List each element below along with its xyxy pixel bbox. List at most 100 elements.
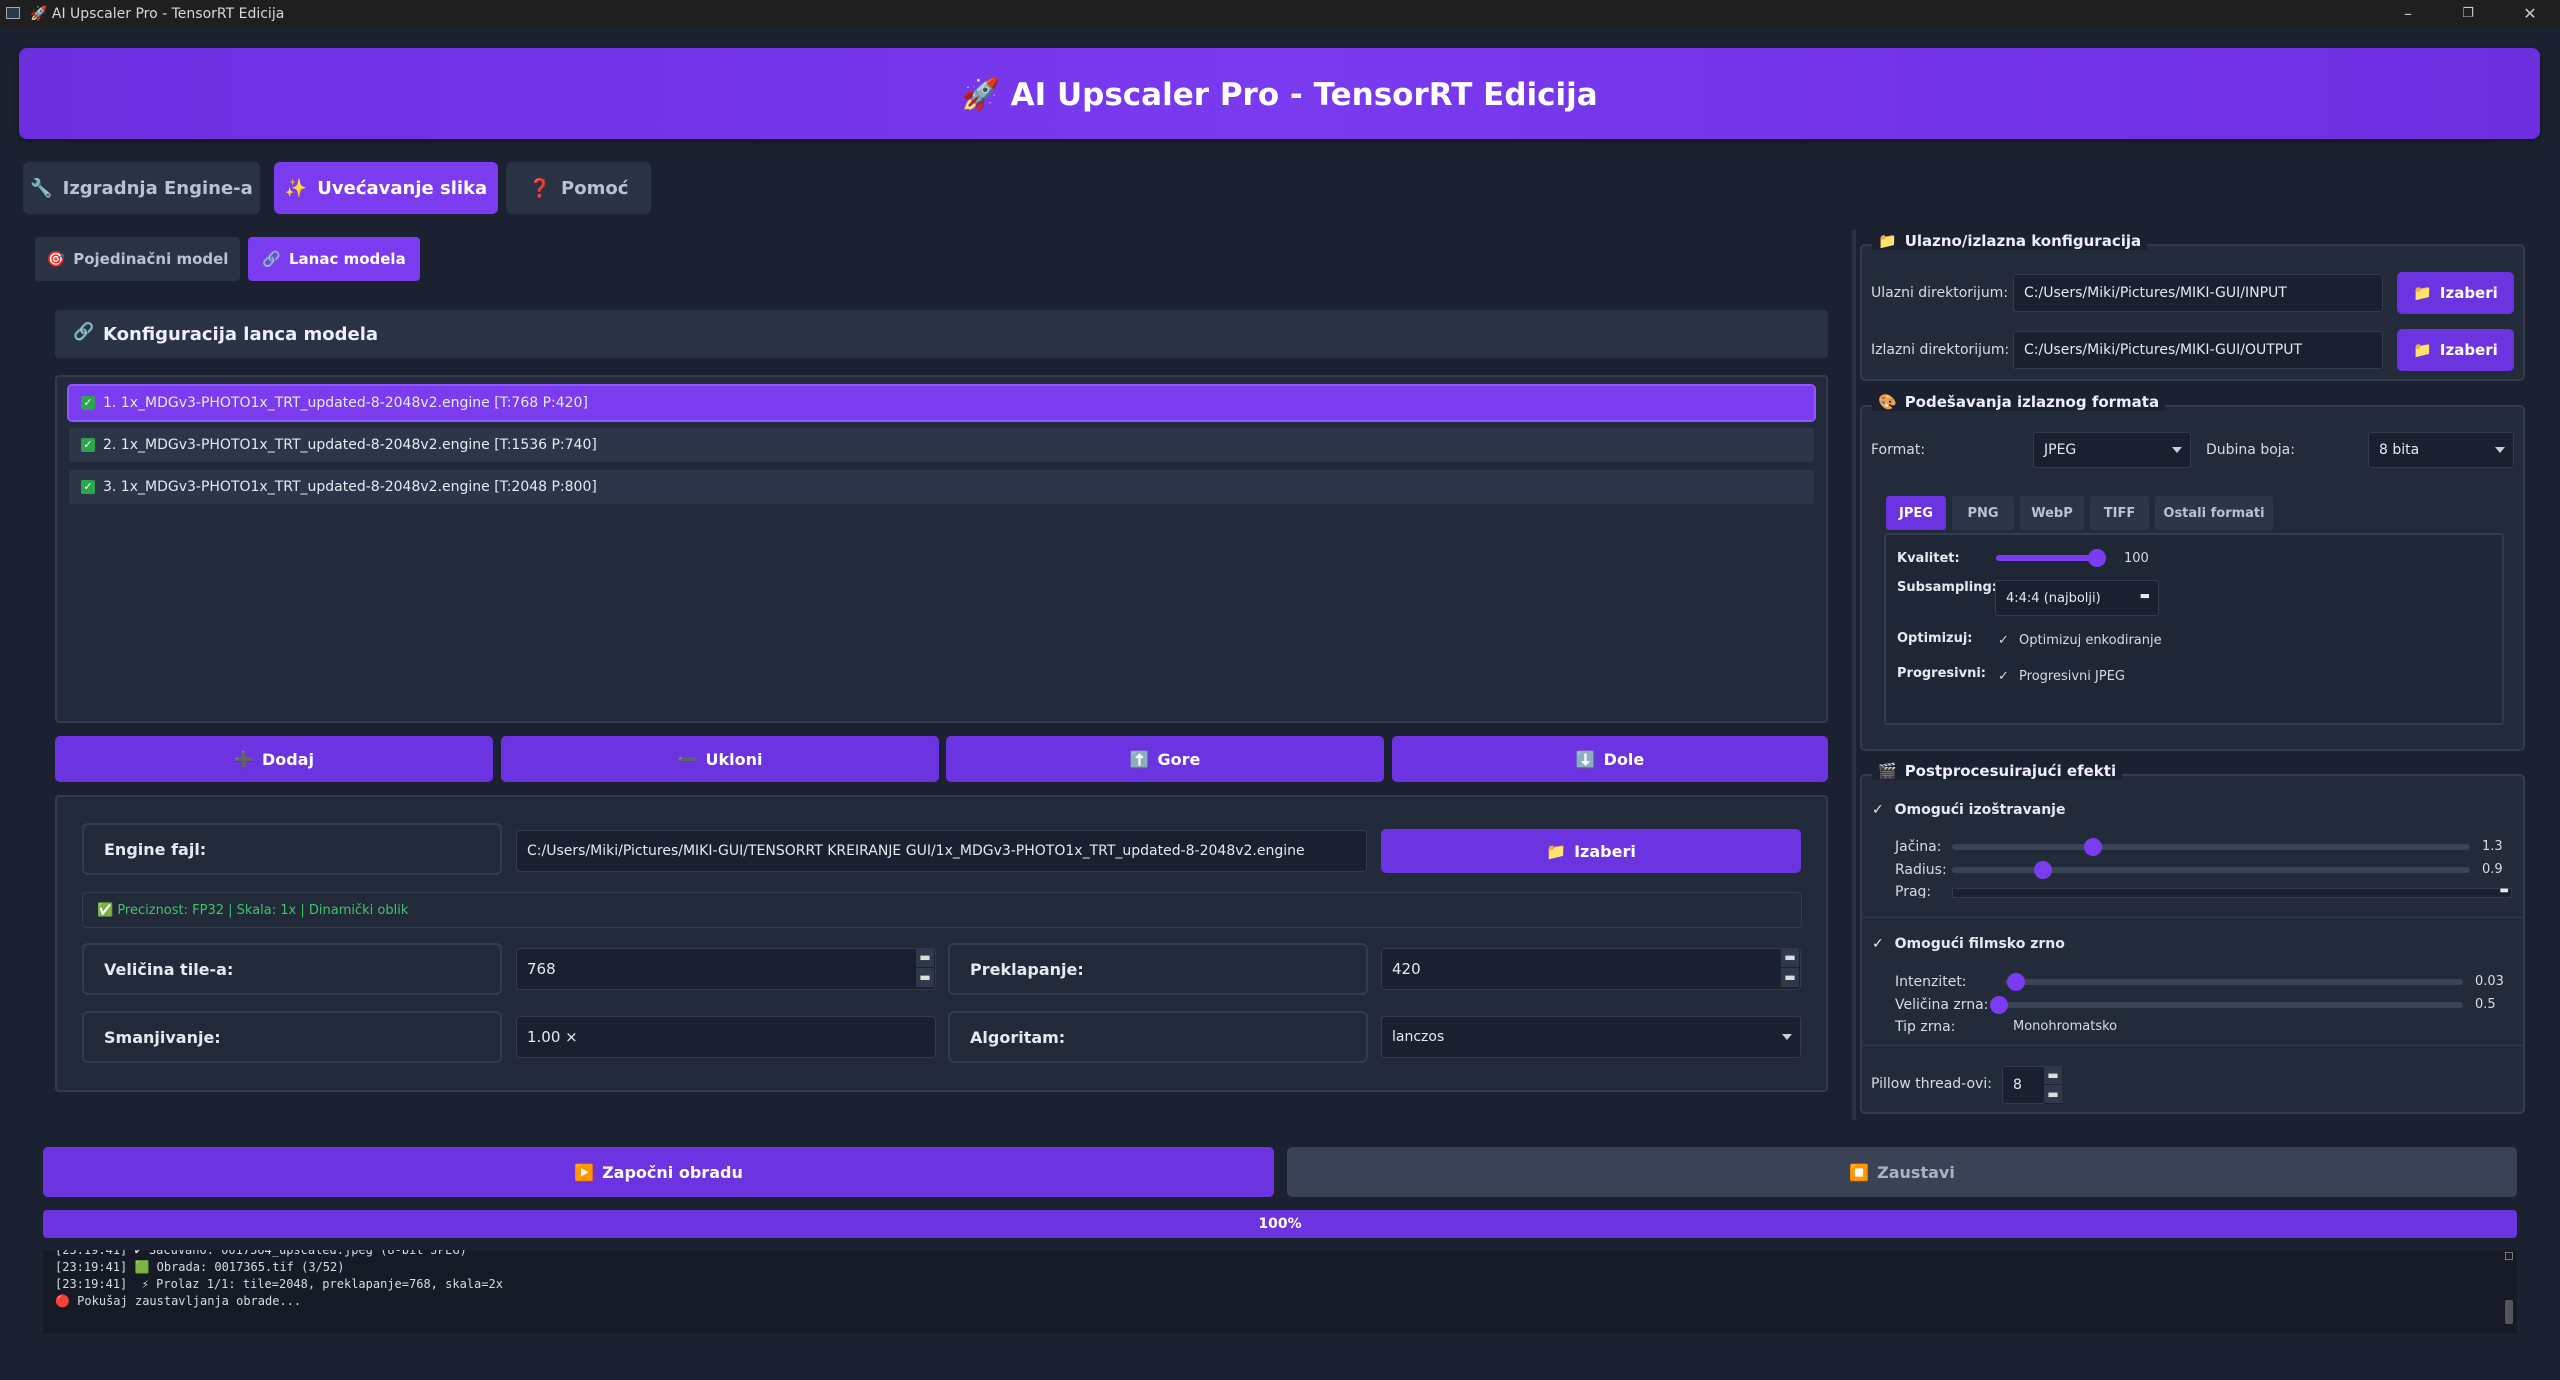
tab-engine-build-label: Izgradnja Engine-a: [62, 177, 253, 199]
start-processing-button[interactable]: ▶️ Započni obradu: [43, 1147, 1274, 1197]
add-model-button[interactable]: ➕ Dodaj: [55, 736, 493, 782]
overlap-input[interactable]: 420: [1381, 948, 1801, 990]
tab-jpeg[interactable]: JPEG: [1886, 496, 1946, 530]
intensity-slider[interactable]: [2005, 973, 2463, 991]
progressive-checkbox[interactable]: ✓ Progresivni JPEG: [1998, 669, 2125, 684]
chevron-down-icon: ▬: [2139, 589, 2150, 602]
tile-size-stepper[interactable]: ▬ ▬: [916, 948, 934, 988]
app-icon: [6, 7, 20, 19]
tab-engine-build[interactable]: 🔧 Izgradnja Engine-a: [23, 162, 260, 214]
strength-label: Jačina:: [1895, 839, 1942, 855]
color-depth-select[interactable]: 8 bita: [2368, 432, 2514, 468]
output-dir-field[interactable]: C:/Users/Miki/Pictures/MIKI-GUI/OUTPUT: [2013, 331, 2383, 369]
plus-icon: ➕: [234, 749, 254, 769]
spin-down-icon[interactable]: ▬: [1781, 968, 1799, 988]
restore-icon[interactable]: ❐: [2456, 2, 2480, 26]
tab-upscaling[interactable]: ✨ Uvećavanje slika: [274, 162, 498, 214]
minimize-icon[interactable]: –: [2396, 2, 2420, 26]
scroll-up-icon[interactable]: [2505, 1252, 2513, 1260]
tab-other-formats[interactable]: Ostali formati: [2155, 496, 2273, 530]
threads-stepper[interactable]: ▬ ▬: [2044, 1066, 2062, 1104]
input-dir-field[interactable]: C:/Users/Miki/Pictures/MIKI-GUI/INPUT: [2013, 274, 2383, 312]
window-titlebar: 🚀 AI Upscaler Pro - TensorRT Edicija – ❐…: [0, 0, 2560, 28]
checkbox-icon[interactable]: ✓: [81, 480, 95, 494]
start-label: Započni obradu: [602, 1162, 743, 1182]
chain-config-title: Konfiguracija lanca modela: [103, 324, 379, 345]
slider-knob[interactable]: [2034, 861, 2052, 879]
output-browse-button[interactable]: 📁 Izaberi: [2397, 329, 2514, 371]
sparkles-icon: ✨: [284, 177, 308, 199]
chain-list-item[interactable]: ✓ 1. 1x_MDGv3-PHOTO1x_TRT_updated-8-2048…: [67, 384, 1816, 422]
input-browse-button[interactable]: 📁 Izaberi: [2397, 272, 2514, 314]
quality-value: 100: [2124, 551, 2149, 566]
sharpen-text: Omogući izoštravanje: [1894, 802, 2066, 818]
tab-single-model-label: Pojedinačni model: [73, 250, 229, 268]
chain-list-item[interactable]: ✓ 3. 1x_MDGv3-PHOTO1x_TRT_updated-8-2048…: [69, 470, 1814, 504]
chain-item-label: 3. 1x_MDGv3-PHOTO1x_TRT_updated-8-2048v2…: [103, 479, 597, 495]
move-up-button[interactable]: ⬆️ Gore: [946, 736, 1384, 782]
splitter-handle[interactable]: [1852, 230, 1856, 1120]
sharpen-checkbox[interactable]: ✓ Omogući izoštravanje: [1872, 802, 2065, 818]
subsampling-select[interactable]: 4:4:4 (najbolji) ▬: [1995, 580, 2159, 616]
optimize-checkbox[interactable]: ✓ Optimizuj enkodiranje: [1998, 633, 2162, 648]
tab-single-model[interactable]: 🎯 Pojedinačni model: [35, 237, 240, 281]
subsampling-label: Subsampling:: [1897, 580, 1997, 595]
log-output[interactable]: [23:19:41] ✔ Sačuvano: 0017364_upscaled.…: [43, 1250, 2517, 1334]
slider-knob[interactable]: ▬: [2500, 885, 2509, 896]
stop-button[interactable]: ⏹️ Zaustavi: [1287, 1147, 2517, 1197]
slider-knob[interactable]: [1990, 996, 2008, 1014]
tab-tiff[interactable]: TIFF: [2090, 496, 2149, 530]
grain-size-slider[interactable]: [1990, 996, 2463, 1014]
folder-icon: 📁: [1878, 232, 1897, 250]
overlap-stepper[interactable]: ▬ ▬: [1781, 948, 1799, 988]
format-value: JPEG: [2044, 442, 2077, 458]
grain-type-checkbox[interactable]: Monohromatsko: [2013, 1019, 2117, 1034]
spin-down-icon[interactable]: ▬: [2044, 1085, 2062, 1104]
spin-down-icon[interactable]: ▬: [916, 968, 934, 988]
chain-list-item[interactable]: ✓ 2. 1x_MDGv3-PHOTO1x_TRT_updated-8-2048…: [69, 428, 1814, 462]
tab-model-chain[interactable]: 🔗 Lanac modela: [248, 237, 420, 281]
format-select[interactable]: JPEG: [2033, 432, 2191, 468]
engine-browse-button[interactable]: 📁 Izaberi: [1381, 829, 1801, 873]
slider-knob[interactable]: [2088, 549, 2106, 567]
threshold-slider[interactable]: ▬: [1952, 885, 2512, 898]
output-dir-label: Izlazni direktorijum:: [1871, 342, 2010, 358]
checkbox-icon[interactable]: ✓: [81, 396, 95, 410]
algorithm-select[interactable]: lanczos: [1381, 1016, 1801, 1058]
grain-type-label: Tip zrna:: [1895, 1019, 1956, 1035]
scrollbar-thumb[interactable]: [2505, 1300, 2513, 1324]
spin-up-icon[interactable]: ▬: [2044, 1066, 2062, 1085]
threads-input[interactable]: 8: [2002, 1066, 2048, 1104]
slider-knob[interactable]: [2084, 838, 2102, 856]
tab-webp[interactable]: WebP: [2020, 496, 2084, 530]
downscale-input[interactable]: 1.00 ×: [516, 1016, 936, 1058]
folder-icon: 📁: [2413, 284, 2432, 302]
algorithm-value: lanczos: [1392, 1029, 1445, 1045]
clapper-icon: 🎬: [1878, 762, 1897, 780]
close-icon[interactable]: ✕: [2518, 2, 2542, 26]
radius-slider[interactable]: [1952, 861, 2470, 879]
tab-png[interactable]: PNG: [1952, 496, 2014, 530]
question-icon: ❓: [528, 177, 552, 199]
tab-help[interactable]: ❓ Pomoć: [506, 162, 651, 214]
strength-slider[interactable]: [1952, 838, 2470, 856]
spin-up-icon[interactable]: ▬: [916, 948, 934, 968]
add-label: Dodaj: [261, 749, 314, 769]
film-grain-checkbox[interactable]: ✓ Omogući filmsko zrno: [1872, 936, 2065, 952]
remove-label: Ukloni: [705, 749, 763, 769]
remove-model-button[interactable]: ➖ Ukloni: [501, 736, 939, 782]
engine-path-input[interactable]: C:/Users/Miki/Pictures/MIKI-GUI/TENSORRT…: [516, 830, 1367, 872]
strength-value: 1.3: [2482, 839, 2503, 854]
optimize-label: Optimizuj:: [1897, 631, 1973, 646]
move-down-button[interactable]: ⬇️ Dole: [1392, 736, 1828, 782]
downscale-label: Smanjivanje:: [82, 1011, 502, 1063]
spin-up-icon[interactable]: ▬: [1781, 948, 1799, 968]
slider-knob[interactable]: [2007, 973, 2025, 991]
log-line: 🔴 Pokušaj zaustavljanja obrade...: [55, 1294, 302, 1308]
divider: [1860, 1045, 2525, 1046]
tile-size-input[interactable]: 768: [516, 948, 936, 990]
quality-slider[interactable]: [1996, 549, 2106, 567]
chevron-down-icon: [2495, 447, 2505, 453]
checkbox-icon[interactable]: ✓: [81, 438, 95, 452]
model-chain-list[interactable]: ✓ 1. 1x_MDGv3-PHOTO1x_TRT_updated-8-2048…: [55, 375, 1828, 723]
